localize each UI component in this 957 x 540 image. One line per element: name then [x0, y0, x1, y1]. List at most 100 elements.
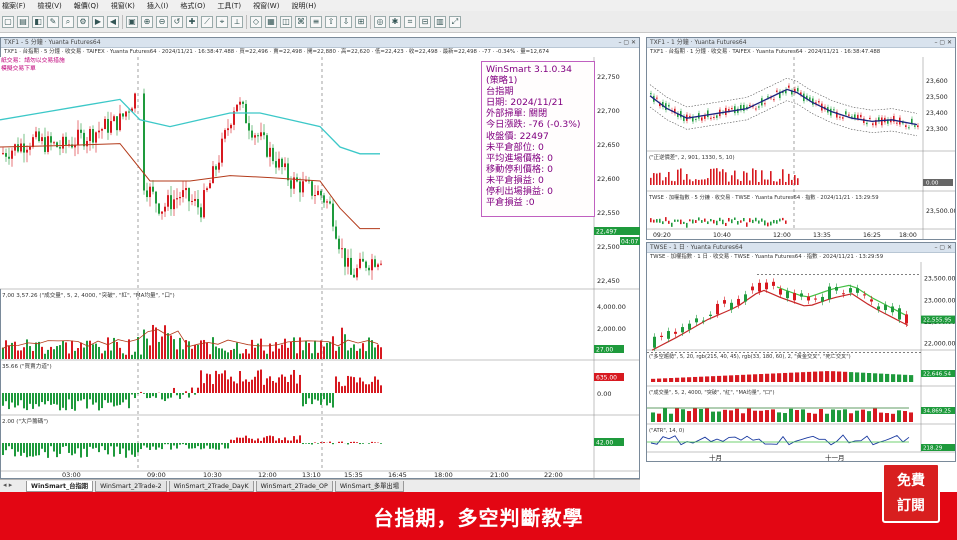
- sheet-tab[interactable]: WinSmart_多單出場: [334, 480, 405, 492]
- rt-sub-bar: [677, 169, 679, 185]
- menu-item[interactable]: 工具(T): [217, 1, 241, 11]
- right-bottom-titlebar[interactable]: TWSE - 1 日 · Yuanta Futures64 – ▢ ✕: [647, 243, 955, 253]
- main-chart-titlebar[interactable]: TXF1 - 5 分鐘 · Yuanta Futures64 – ▢ ✕: [1, 38, 639, 48]
- rt-sub-bar: [671, 180, 673, 185]
- volume-bar: [104, 350, 106, 359]
- sheet-tab[interactable]: WinSmart_2Trade_OP: [255, 480, 333, 492]
- tab-nav-arrows[interactable]: ◂ ▸: [3, 481, 12, 489]
- toolbar-icon[interactable]: ◀: [107, 15, 119, 28]
- volume-bar: [359, 348, 361, 359]
- sheet-tab[interactable]: WinSmart_2Trade_DayK: [168, 480, 254, 492]
- power-bar: [347, 375, 349, 393]
- subscribe-button[interactable]: 免費 訂閱: [882, 463, 940, 523]
- toolbar-icon[interactable]: ⌖: [216, 15, 228, 28]
- toolbar-icon[interactable]: ▦: [265, 15, 277, 28]
- menu-item[interactable]: 報價(Q): [74, 1, 99, 11]
- toolbar-icon[interactable]: ⊖: [156, 15, 168, 28]
- toolbar-icon[interactable]: ⊟: [419, 15, 431, 28]
- toolbar-icon[interactable]: ≡: [310, 15, 322, 28]
- bull-bar: [14, 443, 16, 457]
- rb-candle-body: [807, 296, 810, 301]
- candle-body: [152, 186, 154, 192]
- toolbar-icon[interactable]: ▢: [2, 15, 14, 28]
- sheet-tab[interactable]: WinSmart_台指期: [26, 480, 94, 492]
- toolbar-icon[interactable]: ◫: [280, 15, 292, 28]
- menu-item[interactable]: 視窗(W): [253, 1, 279, 11]
- toolbar-icon[interactable]: ✱: [389, 15, 401, 28]
- toolbar-icon[interactable]: ◇: [250, 15, 262, 28]
- toolbar-icon[interactable]: ▶: [92, 15, 104, 28]
- rb-volume-bar: [891, 413, 895, 422]
- bull-bar: [245, 435, 247, 443]
- infobox-line: 平倉損益 :0: [486, 197, 535, 209]
- toolbar-icon[interactable]: ⟋: [201, 15, 213, 28]
- toolbar-icon[interactable]: ⌗: [404, 15, 416, 28]
- rb-volume-bar: [681, 409, 685, 422]
- toolbar-icon[interactable]: ⟂: [231, 15, 243, 28]
- menu-item[interactable]: 檢視(V): [38, 1, 62, 11]
- toolbar-icon[interactable]: ↺: [171, 15, 183, 28]
- toolbar-icon[interactable]: ✚: [186, 15, 198, 28]
- toolbar-icon[interactable]: ▥: [434, 15, 446, 28]
- toolbar-icon[interactable]: ⊞: [355, 15, 367, 28]
- rb-trend-bar: [831, 371, 836, 382]
- toolbar-icon[interactable]: ⇧: [325, 15, 337, 28]
- rb-trend-bar: [861, 372, 866, 382]
- rb-candle-body: [744, 294, 747, 302]
- power-bar: [371, 381, 373, 393]
- candle-body: [236, 104, 238, 112]
- bull-bar: [305, 443, 307, 444]
- rb-trend-bar: [807, 371, 812, 382]
- rt-sub-bar: [722, 169, 724, 185]
- menu-item[interactable]: 說明(H): [291, 1, 316, 11]
- power-bar: [122, 393, 124, 403]
- power-bar: [245, 379, 247, 393]
- menu-item[interactable]: 視窗(K): [111, 1, 135, 11]
- rt-candle-body: [758, 106, 760, 108]
- bull-bar: [233, 440, 235, 443]
- volume-bar: [107, 337, 109, 359]
- bull-bar: [143, 443, 145, 446]
- candle-body: [38, 131, 40, 142]
- toolbar-icon[interactable]: ◧: [32, 15, 44, 28]
- toolbar-icon[interactable]: ✎: [47, 15, 59, 28]
- candle-body: [365, 261, 367, 268]
- right-bottom-window-controls[interactable]: – ▢ ✕: [934, 243, 955, 252]
- right-bottom-chart-canvas[interactable]: 23,500.0023,000.0022,500.0022,000.0022,5…: [647, 262, 955, 461]
- right-top-titlebar[interactable]: TXF1 - 1 分鐘 · Yuanta Futures64 – ▢ ✕: [647, 38, 955, 48]
- rt-candle-body: [797, 88, 799, 92]
- right-top-chart-canvas[interactable]: 23,600 23,500 23,400 23,300 ("正逆價差", 2, 901,…: [647, 57, 955, 239]
- candle-body: [65, 136, 67, 145]
- volume-bar: [365, 351, 367, 359]
- candle-body: [377, 264, 379, 267]
- sheet-tab[interactable]: WinSmart_2Trade-2: [95, 480, 167, 492]
- toolbar-icon[interactable]: ◎: [374, 15, 386, 28]
- bull-panel-label: 2.00 ("大戶籌碼"): [2, 417, 48, 425]
- window-controls[interactable]: – ▢ ✕: [618, 38, 639, 47]
- power-bar: [209, 374, 211, 393]
- volume-bar: [356, 350, 358, 359]
- rb-trend-bar: [843, 371, 848, 382]
- volume-bar: [227, 352, 229, 359]
- rt-sub2-candle: [680, 219, 682, 225]
- menu-item[interactable]: 格式(O): [180, 1, 205, 11]
- toolbar-icon[interactable]: ⚙: [77, 15, 89, 28]
- candle-body: [272, 147, 274, 162]
- rt-sub2-candle: [773, 219, 775, 224]
- toolbar-icon[interactable]: ⇩: [340, 15, 352, 28]
- rb-p2-tag: 34,869.25: [923, 409, 951, 415]
- toolbar-icon[interactable]: ⌘: [295, 15, 307, 28]
- power-bar: [227, 379, 229, 393]
- toolbar-icon[interactable]: ▣: [126, 15, 138, 28]
- bull-bar: [110, 443, 112, 447]
- menu-item[interactable]: 檔案(F): [2, 1, 26, 11]
- rt-candle-body: [767, 96, 769, 98]
- rt-sub2-candle: [749, 218, 751, 223]
- toolbar-icon[interactable]: ⤢: [449, 15, 461, 28]
- toolbar-icon[interactable]: ⊕: [141, 15, 153, 28]
- right-top-window-controls[interactable]: – ▢ ✕: [934, 38, 955, 47]
- toolbar-icon[interactable]: ▤: [17, 15, 29, 28]
- menu-item[interactable]: 插入(I): [147, 1, 169, 11]
- toolbar-icon[interactable]: ⌕: [62, 15, 74, 28]
- power-bar: [212, 384, 214, 393]
